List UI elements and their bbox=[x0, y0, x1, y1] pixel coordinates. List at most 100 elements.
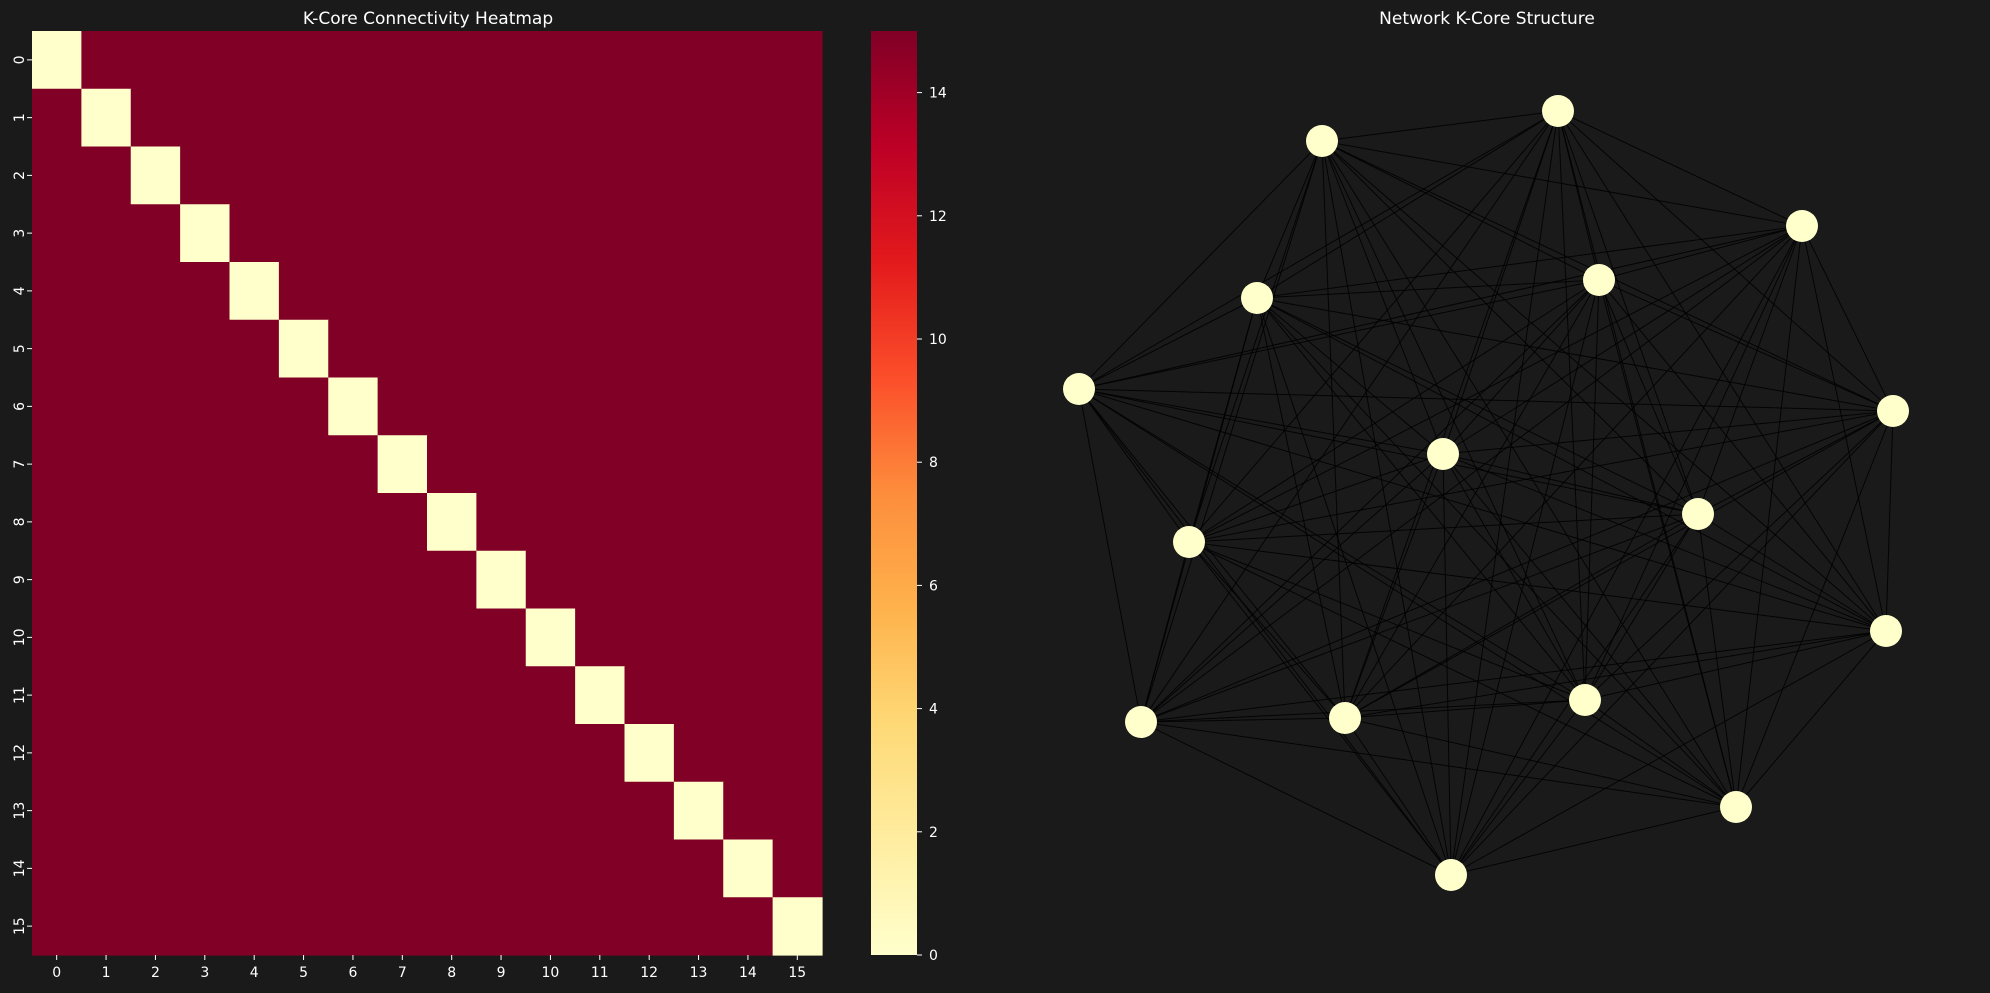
heatmap-y-tick-label: 10 bbox=[12, 628, 28, 646]
heatmap-cell bbox=[624, 146, 675, 205]
heatmap-cell bbox=[278, 839, 329, 898]
heatmap-cell bbox=[723, 493, 774, 552]
heatmap-cell bbox=[229, 493, 280, 552]
heatmap-y-tick-label: 14 bbox=[12, 859, 28, 877]
heatmap-cell bbox=[229, 435, 280, 494]
heatmap-cell bbox=[575, 666, 626, 725]
heatmap-cell bbox=[278, 608, 329, 667]
heatmap-x-tick-label: 12 bbox=[640, 965, 658, 981]
heatmap-cell bbox=[772, 608, 823, 667]
heatmap-cell bbox=[278, 435, 329, 494]
heatmap-cell bbox=[32, 493, 82, 552]
heatmap-cell bbox=[723, 839, 774, 898]
colorbar-tick-label: 10 bbox=[929, 332, 947, 348]
heatmap-x-tick-label: 15 bbox=[788, 965, 806, 981]
heatmap-x-tick-label: 7 bbox=[398, 965, 407, 981]
heatmap-cell bbox=[81, 262, 132, 321]
heatmap-cell bbox=[81, 839, 132, 898]
heatmap-cell bbox=[723, 31, 774, 90]
heatmap-cell bbox=[32, 724, 82, 783]
heatmap-cell bbox=[180, 550, 231, 610]
heatmap-cell bbox=[772, 839, 823, 898]
heatmap-cell bbox=[525, 839, 576, 898]
heatmap-cell bbox=[772, 435, 823, 494]
heatmap-cell bbox=[377, 31, 428, 90]
heatmap-cell bbox=[427, 781, 477, 841]
figure-canvas: K-Core Connectivity Heatmap 0 1 2 3 4 5 6 7 8 9 10… bbox=[0, 0, 1990, 989]
heatmap-y-tick-label: 2 bbox=[12, 171, 28, 180]
heatmap-cell bbox=[328, 839, 379, 898]
heatmap-cell bbox=[180, 897, 231, 956]
heatmap-cell bbox=[377, 550, 428, 610]
heatmap-cell bbox=[525, 146, 576, 205]
heatmap-cell bbox=[278, 262, 329, 321]
heatmap-cell bbox=[525, 435, 576, 494]
colorbar-gradient bbox=[871, 31, 917, 955]
heatmap-cell bbox=[427, 608, 477, 667]
heatmap-cell bbox=[575, 493, 626, 552]
heatmap-cell bbox=[624, 897, 675, 956]
heatmap-cell bbox=[229, 897, 280, 956]
heatmap-cell bbox=[624, 31, 675, 90]
heatmap-cell bbox=[377, 319, 428, 379]
heatmap-cell bbox=[81, 146, 132, 205]
heatmap-cell bbox=[673, 262, 724, 321]
heatmap-y-tick-label: 9 bbox=[12, 575, 28, 584]
heatmap-cell bbox=[427, 839, 477, 898]
heatmap-cell bbox=[427, 550, 477, 610]
heatmap-cell bbox=[476, 88, 527, 148]
heatmap-cell bbox=[328, 781, 379, 841]
heatmap-cell bbox=[575, 839, 626, 898]
network-node bbox=[1427, 438, 1459, 470]
heatmap-cell bbox=[624, 262, 675, 321]
heatmap-cell bbox=[723, 897, 774, 956]
heatmap-cell bbox=[32, 204, 82, 263]
heatmap-y-tick-label: 7 bbox=[12, 460, 28, 469]
heatmap-cell bbox=[525, 204, 576, 263]
network-node bbox=[1173, 526, 1205, 558]
heatmap-cell bbox=[624, 781, 675, 841]
heatmap-y-tick-label: 13 bbox=[12, 802, 28, 820]
heatmap-cell bbox=[130, 88, 181, 148]
heatmap-cell bbox=[278, 319, 329, 379]
heatmap-cell bbox=[525, 319, 576, 379]
heatmap-cell bbox=[377, 262, 428, 321]
heatmap-cell bbox=[673, 493, 724, 552]
heatmap-cell bbox=[180, 666, 231, 725]
heatmap-x-tick-label: 5 bbox=[299, 965, 308, 981]
heatmap-cell bbox=[130, 435, 181, 494]
heatmap-y-tick-label: 0 bbox=[12, 55, 28, 64]
heatmap-cell bbox=[377, 493, 428, 552]
heatmap-panel: K-Core Connectivity Heatmap 0 1 2 3 4 5 6 7 8 9 10… bbox=[12, 9, 823, 981]
heatmap-cell bbox=[476, 724, 527, 783]
heatmap-y-tick-label: 12 bbox=[12, 744, 28, 762]
heatmap-cell bbox=[81, 897, 132, 956]
heatmap-cell bbox=[130, 204, 181, 263]
heatmap-cell bbox=[130, 839, 181, 898]
heatmap-cell bbox=[130, 608, 181, 667]
heatmap-cell bbox=[377, 724, 428, 783]
heatmap-cell bbox=[772, 262, 823, 321]
heatmap-cell bbox=[278, 550, 329, 610]
heatmap-cell bbox=[525, 781, 576, 841]
heatmap-cell bbox=[772, 493, 823, 552]
heatmap-cell bbox=[328, 550, 379, 610]
heatmap-cell bbox=[180, 377, 231, 436]
heatmap-cell bbox=[328, 724, 379, 783]
heatmap-cell bbox=[772, 550, 823, 610]
heatmap-cell bbox=[328, 88, 379, 148]
heatmap-x-tick-label: 8 bbox=[447, 965, 456, 981]
heatmap-cell bbox=[130, 31, 181, 90]
heatmap-cell bbox=[624, 88, 675, 148]
heatmap-cell bbox=[673, 204, 724, 263]
heatmap-cell bbox=[427, 146, 477, 205]
heatmap-cell bbox=[772, 666, 823, 725]
heatmap-cell bbox=[278, 666, 329, 725]
heatmap-cell bbox=[229, 88, 280, 148]
heatmap-cell bbox=[278, 897, 329, 956]
heatmap-cell bbox=[32, 319, 82, 379]
heatmap-cell bbox=[278, 204, 329, 263]
heatmap-cell bbox=[377, 897, 428, 956]
heatmap-cell bbox=[328, 319, 379, 379]
heatmap-y-tick-label: 5 bbox=[12, 344, 28, 353]
